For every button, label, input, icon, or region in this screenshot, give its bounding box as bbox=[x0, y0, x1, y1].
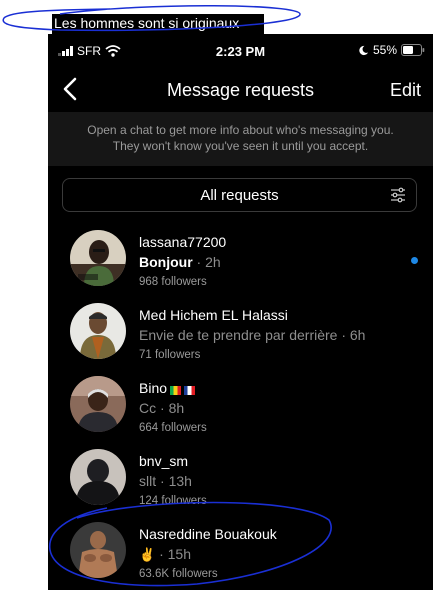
request-row[interactable]: Bino Cc · 8h 664 followers bbox=[48, 376, 433, 448]
request-row[interactable]: Med Hichem EL Halassi Envie de te prendr… bbox=[48, 303, 433, 375]
caption-area: Les hommes sont si originaux bbox=[0, 0, 433, 34]
message-time: · 13h bbox=[156, 473, 192, 489]
info-text: Open a chat to get more info about who's… bbox=[87, 123, 394, 153]
request-name: Bino bbox=[139, 380, 168, 396]
avatar[interactable] bbox=[70, 230, 126, 286]
peace-emoji: ✌ bbox=[139, 547, 156, 562]
message-time: · 2h bbox=[192, 254, 221, 270]
request-row[interactable]: Nasreddine Bouakouk ✌ · 15h 63.6K follow… bbox=[48, 522, 433, 590]
request-name: Nasreddine Bouakouk bbox=[139, 526, 277, 542]
caption-text: Les hommes sont si originaux bbox=[54, 15, 240, 31]
message-time: · 8h bbox=[156, 400, 185, 416]
message-time: · 6h bbox=[337, 327, 366, 343]
avatar[interactable] bbox=[70, 522, 126, 578]
page-title: Message requests bbox=[166, 80, 315, 100]
header-bar: Message requests Edit bbox=[48, 68, 433, 112]
request-row[interactable]: bnv_sm sllt · 13h 124 followers bbox=[48, 449, 433, 521]
filter-label: All requests bbox=[200, 187, 279, 204]
avatar[interactable] bbox=[70, 376, 126, 432]
message-preview: Envie de te prendre par derrière bbox=[139, 327, 338, 343]
battery-icon bbox=[401, 44, 425, 56]
follower-count: 664 followers bbox=[139, 422, 207, 434]
follower-count: 968 followers bbox=[139, 276, 207, 288]
requests-filter-button[interactable]: All requests bbox=[62, 178, 417, 212]
sliders-icon[interactable] bbox=[390, 187, 406, 203]
france-flag-icon bbox=[184, 386, 196, 396]
follower-count: 124 followers bbox=[139, 495, 207, 507]
message-preview: Cc bbox=[139, 400, 157, 416]
senegal-flag-icon bbox=[170, 386, 182, 396]
message-time: · 15h bbox=[155, 546, 191, 562]
moon-icon bbox=[359, 45, 369, 55]
phone-screen: SFR 2:23 PM 55% Message requests Edit Op… bbox=[48, 34, 433, 590]
battery-percentage: 55% bbox=[372, 43, 397, 57]
edit-button[interactable]: Edit bbox=[390, 80, 421, 101]
avatar[interactable] bbox=[70, 449, 126, 505]
follower-count: 63.6K followers bbox=[139, 568, 218, 580]
request-row[interactable]: lassana77200 Bonjour · 2h 968 followers bbox=[48, 230, 433, 302]
request-name: Med Hichem EL Halassi bbox=[139, 307, 288, 323]
avatar[interactable] bbox=[70, 303, 126, 359]
request-name: lassana77200 bbox=[139, 234, 227, 250]
unread-dot bbox=[411, 257, 418, 264]
message-preview: Bonjour bbox=[139, 254, 193, 270]
info-banner: Open a chat to get more info about who's… bbox=[48, 112, 433, 166]
follower-count: 71 followers bbox=[139, 349, 201, 361]
message-preview: sllt bbox=[139, 473, 157, 489]
request-name: bnv_sm bbox=[139, 453, 189, 469]
status-bar: SFR 2:23 PM 55% bbox=[48, 34, 433, 64]
